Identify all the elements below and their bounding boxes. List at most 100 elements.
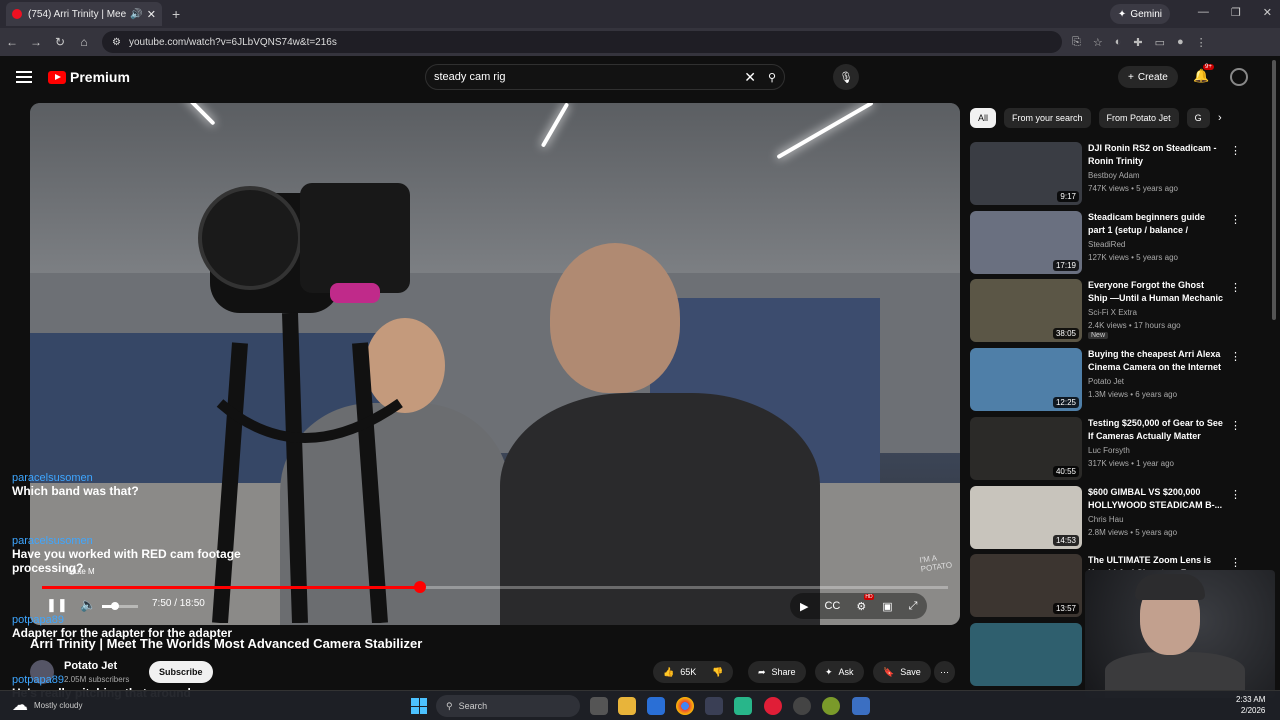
chip-all[interactable]: All [970, 108, 997, 128]
dislike-icon[interactable]: 👎 [712, 667, 723, 678]
new-tab-button[interactable]: + [172, 6, 180, 22]
video-thumbnail[interactable]: 14:53 [970, 485, 1082, 549]
create-button[interactable]: + Create [1118, 66, 1178, 88]
autoplay-icon[interactable]: ▶ [800, 600, 808, 613]
forward-icon[interactable]: → [24, 35, 48, 49]
reload-icon[interactable]: ↻ [48, 35, 72, 49]
minimize-icon[interactable]: — [1198, 6, 1209, 19]
hamburger-icon[interactable] [16, 71, 32, 83]
weather-widget[interactable]: ☁ Mostly cloudy [12, 695, 82, 715]
more-icon[interactable]: ⋮ [1230, 556, 1241, 569]
restore-icon[interactable]: ❐ [1231, 6, 1241, 19]
progress-scrubber[interactable] [413, 581, 426, 593]
scrollbar[interactable] [1272, 60, 1276, 320]
recommendation-title[interactable]: Buying the cheapest Arri Alexa Cinema Ca… [1088, 348, 1224, 374]
recommendation-channel[interactable]: Chris Hau [1088, 515, 1124, 524]
chip-more[interactable]: G [1186, 108, 1210, 128]
extension-icon[interactable]: ◐ [1115, 36, 1122, 49]
recommendation-channel[interactable]: Sci-Fi X Extra [1088, 308, 1137, 317]
chip-from-channel[interactable]: From Potato Jet [1098, 108, 1179, 128]
window-close-icon[interactable]: ✕ [1263, 6, 1272, 19]
youtube-app-icon[interactable] [764, 697, 782, 715]
sidebar-icon[interactable]: ▭ [1155, 36, 1165, 49]
profile-icon[interactable]: ● [1177, 36, 1184, 49]
audio-app-icon[interactable] [734, 697, 752, 715]
chevron-right-icon[interactable]: › [1218, 112, 1222, 124]
volume-slider[interactable] [102, 602, 138, 610]
windows-start-icon[interactable] [411, 698, 427, 714]
video-thumbnail[interactable]: 38:05 [970, 279, 1082, 343]
account-avatar[interactable] [1230, 68, 1248, 86]
task-view-icon[interactable] [590, 697, 608, 715]
miniplayer-icon[interactable]: ▣ [882, 600, 892, 613]
browser-menu-icon[interactable]: ⋮ [1196, 36, 1207, 49]
clear-search-icon[interactable]: ✕ [744, 69, 756, 86]
tab-close-icon[interactable]: ✕ [147, 8, 156, 21]
puzzle-icon[interactable]: ✚ [1133, 36, 1142, 49]
video-thumbnail[interactable] [970, 622, 1082, 686]
settings-icon[interactable]: ⚙ HD [856, 593, 874, 613]
back-icon[interactable]: ← [0, 35, 24, 49]
more-icon[interactable]: ⋮ [1230, 488, 1241, 501]
chip-from-search[interactable]: From your search [1004, 108, 1091, 128]
recommendation-title[interactable]: Steadicam beginners guide part 1 (setup … [1088, 211, 1224, 237]
url-field[interactable]: ⚙ youtube.com/watch?v=6JLbVQNS74w&t=216s [102, 31, 1062, 53]
app-icon[interactable] [822, 697, 840, 715]
home-icon[interactable]: ⌂ [72, 35, 96, 49]
more-icon[interactable]: ⋮ [1230, 281, 1241, 294]
recommendation-item[interactable]: 38:05 Everyone Forgot the Ghost Ship —Unt… [970, 279, 1250, 343]
ask-button[interactable]: ✦ Ask [815, 661, 864, 683]
tab-audio-icon[interactable]: 🔊 [130, 9, 142, 20]
gemini-button[interactable]: ✦ Gemini [1109, 4, 1170, 24]
app-icon[interactable] [705, 697, 723, 715]
share-button[interactable]: ➦ Share [748, 661, 806, 683]
volume-icon[interactable]: 🔈 [80, 597, 96, 613]
recommendation-title[interactable]: Testing $250,000 of Gear to See If Camer… [1088, 417, 1224, 443]
captions-icon[interactable]: CC [824, 600, 840, 612]
recommendation-title[interactable]: $600 GIMBAL VS $200,000 HOLLYWOOD STEADI… [1088, 486, 1224, 512]
chrome-icon[interactable] [676, 697, 694, 715]
browser-tab[interactable]: (754) Arri Trinity | Meet The 🔊 ✕ [6, 2, 162, 26]
taskbar-search[interactable]: ⚲ Search [436, 695, 580, 717]
app-icon[interactable] [852, 697, 870, 715]
like-button[interactable]: 👍 65K 👎 [653, 661, 734, 683]
recommendation-channel[interactable]: SteadiRed [1088, 240, 1125, 249]
video-thumbnail[interactable]: 40:55 [970, 416, 1082, 480]
more-icon[interactable]: ⋮ [1230, 419, 1241, 432]
taskbar-clock[interactable]: 2:33 AM 2/2026 [1236, 694, 1265, 716]
install-icon[interactable]: ⎘ [1072, 36, 1081, 49]
video-thumbnail[interactable]: 12:25 [970, 348, 1082, 412]
more-icon[interactable]: ⋮ [1230, 144, 1241, 157]
recommendation-item[interactable]: 9:17 DJI Ronin RS2 on Steadicam - Ronin T… [970, 142, 1250, 206]
recommendation-item[interactable]: 14:53 $600 GIMBAL VS $200,000 HOLLYWOOD S… [970, 485, 1250, 550]
outlook-icon[interactable] [647, 697, 665, 715]
channel-name[interactable]: Potato Jet [64, 660, 117, 672]
search-icon[interactable]: ⚲ [768, 71, 776, 84]
bell-icon[interactable]: 🔔 9+ [1193, 64, 1214, 84]
video-thumbnail[interactable]: 9:17 [970, 142, 1082, 205]
fullscreen-icon[interactable]: ⤢ [909, 600, 918, 613]
recommendation-channel[interactable]: Luc Forsyth [1088, 446, 1130, 455]
file-explorer-icon[interactable] [618, 697, 636, 715]
site-info-icon[interactable]: ⚙ [112, 37, 121, 48]
video-thumbnail[interactable]: 13:57 [970, 554, 1082, 618]
obs-icon[interactable] [793, 697, 811, 715]
recommendation-item[interactable]: 17:19 Steadicam beginners guide part 1 (s… [970, 210, 1250, 275]
progress-bar[interactable] [42, 581, 948, 593]
recommendation-title[interactable]: Everyone Forgot the Ghost Ship —Until a … [1088, 279, 1224, 305]
recommendation-channel[interactable]: Potato Jet [1088, 377, 1124, 386]
more-icon[interactable]: ⋯ [934, 661, 955, 683]
mic-icon[interactable]: 🎙 [833, 64, 859, 90]
recommendation-item[interactable]: 12:25 Buying the cheapest Arri Alexa Cine… [970, 348, 1250, 412]
search-input[interactable]: steady cam rig ✕ ⚲ [425, 64, 785, 90]
more-icon[interactable]: ⋮ [1230, 350, 1241, 363]
video-thumbnail[interactable]: 17:19 [970, 210, 1082, 274]
more-icon[interactable]: ⋮ [1230, 213, 1241, 226]
pause-icon[interactable]: ❚❚ [46, 597, 68, 613]
youtube-logo[interactable]: Premium [48, 69, 130, 85]
bookmark-star-icon[interactable]: ☆ [1093, 36, 1103, 49]
recommendation-title[interactable]: DJI Ronin RS2 on Steadicam - Ronin Trini… [1088, 142, 1224, 168]
save-button[interactable]: 🔖 Save [873, 661, 931, 683]
volume-knob[interactable] [110, 602, 119, 610]
recommendation-item[interactable]: 40:55 Testing $250,000 of Gear to See If … [970, 416, 1250, 481]
